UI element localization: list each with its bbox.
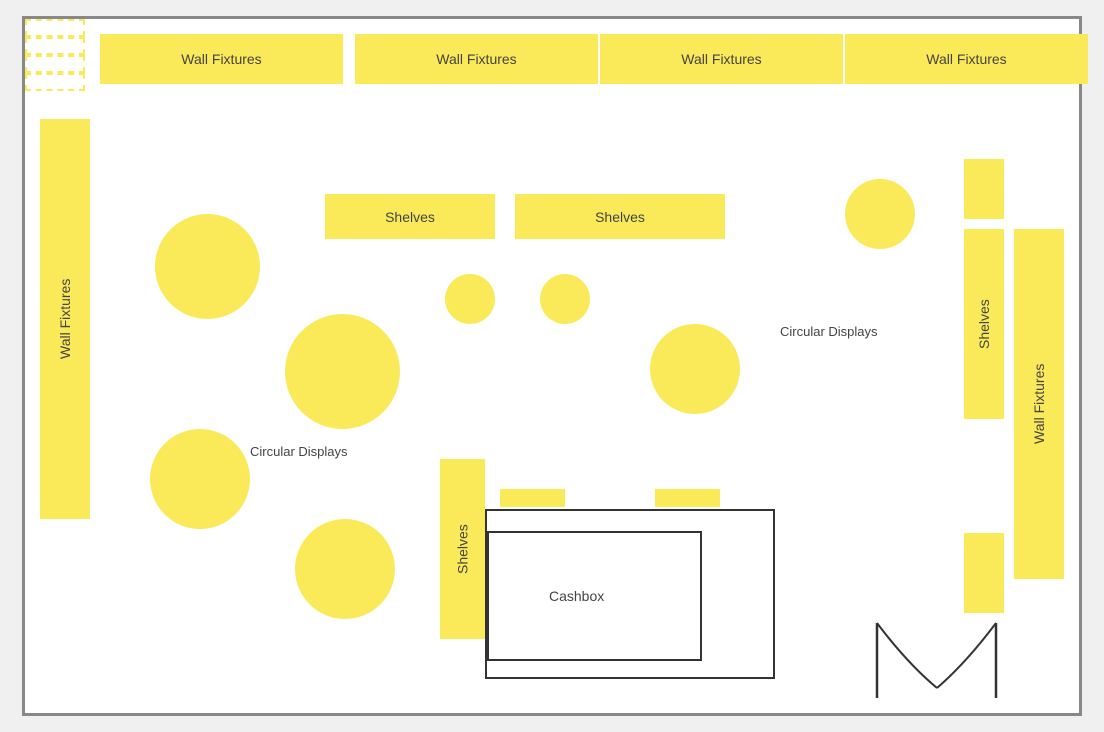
bottom-fixture-1 <box>25 19 85 37</box>
shelf-top-1: Shelves <box>325 194 495 239</box>
floor-plan: Wall Fixtures Wall Fixtures Wall Fixture… <box>22 16 1082 716</box>
wall-fixture-top-1: Wall Fixtures <box>100 34 343 84</box>
circle-display-6 <box>540 274 590 324</box>
wall-fixture-right-bottom <box>964 533 1004 613</box>
circle-display-3 <box>150 429 250 529</box>
circular-displays-label-right: Circular Displays <box>780 324 878 341</box>
door-area <box>859 608 1014 698</box>
circle-display-2 <box>285 314 400 429</box>
wall-fixture-left: Wall Fixtures <box>40 119 90 519</box>
shelf-small-2 <box>655 489 720 507</box>
wall-fixture-right-small <box>964 159 1004 219</box>
shelf-small-1 <box>500 489 565 507</box>
wall-fixture-top-4: Wall Fixtures <box>845 34 1088 84</box>
bottom-fixture-4 <box>25 73 85 91</box>
circle-display-1 <box>155 214 260 319</box>
circle-display-5 <box>445 274 495 324</box>
circle-display-4 <box>295 519 395 619</box>
door-arc-svg <box>859 608 1014 698</box>
shelf-top-2: Shelves <box>515 194 725 239</box>
shelves-right: Shelves <box>964 229 1004 419</box>
cashbox-inner: Cashbox <box>487 531 702 661</box>
cashbox-area: Cashbox <box>485 509 775 679</box>
wall-fixture-top-2: Wall Fixtures <box>355 34 598 84</box>
shelf-center-vertical: Shelves <box>440 459 485 639</box>
bottom-fixture-2 <box>25 37 85 55</box>
circle-display-8 <box>845 179 915 249</box>
cashbox-label: Cashbox <box>549 588 604 604</box>
circle-display-7 <box>650 324 740 414</box>
wall-fixture-right: Wall Fixtures <box>1014 229 1064 579</box>
bottom-fixture-3 <box>25 55 85 73</box>
wall-fixture-top-3: Wall Fixtures <box>600 34 843 84</box>
circular-displays-label-left: Circular Displays <box>250 444 348 461</box>
